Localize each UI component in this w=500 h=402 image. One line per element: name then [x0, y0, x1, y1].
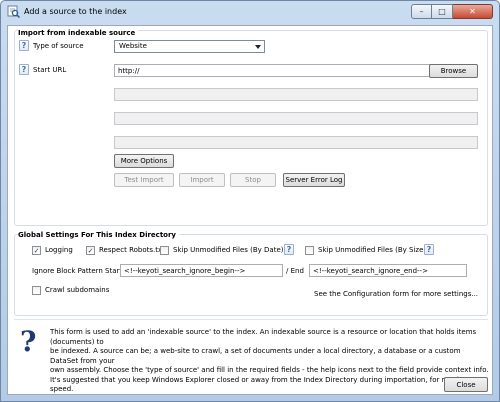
type-of-source-value: Website	[119, 42, 147, 50]
ignore-end-input[interactable]: <!--keyoti_search_ignore_end-->	[309, 264, 467, 277]
maximize-icon: □	[438, 7, 446, 16]
respect-robots-checkbox[interactable]: ✓	[86, 246, 95, 255]
close-window-button[interactable]: ✕	[453, 4, 493, 19]
help-icon[interactable]: ?	[424, 244, 434, 255]
import-group-title: Import from indexable source	[18, 29, 139, 37]
logging-checkbox[interactable]: ✓	[32, 246, 41, 255]
index-search-icon	[7, 5, 20, 18]
stop-button[interactable]: Stop	[230, 173, 276, 187]
crawl-subdomains-checkbox[interactable]	[32, 286, 41, 295]
test-import-button[interactable]: Test Import	[114, 173, 174, 187]
help-icon[interactable]: ?	[19, 40, 29, 51]
maximize-button[interactable]: □	[432, 4, 453, 19]
skip-by-size-checkbox[interactable]	[305, 246, 314, 255]
extra-field-1	[114, 88, 478, 101]
respect-robots-label: Respect Robots.txt	[99, 246, 165, 254]
add-source-window: Add a source to the index – □ ✕ Import f…	[0, 0, 500, 402]
divider	[14, 319, 488, 320]
crawl-subdomains-label: Crawl subdomains	[45, 286, 110, 294]
type-of-source-select[interactable]: Website	[114, 40, 265, 53]
import-button[interactable]: Import	[179, 173, 225, 187]
skip-by-date-label: Skip Unmodified Files (By Date)	[173, 246, 284, 254]
end-label: / End	[286, 267, 304, 275]
minimize-button[interactable]: –	[411, 4, 432, 19]
start-url-input[interactable]: http://	[114, 64, 432, 77]
extra-field-2	[114, 112, 478, 125]
more-options-button[interactable]: More Options	[114, 154, 174, 168]
type-of-source-label: Type of source	[33, 42, 84, 50]
extra-field-3	[114, 136, 478, 149]
help-icon[interactable]: ?	[284, 244, 294, 255]
browse-button[interactable]: Browse	[429, 64, 478, 78]
server-error-log-button[interactable]: Server Error Log	[283, 173, 345, 187]
logging-label: Logging	[45, 246, 73, 254]
skip-by-date-checkbox[interactable]	[160, 246, 169, 255]
help-icon[interactable]: ?	[19, 64, 29, 75]
close-button[interactable]: Close	[444, 377, 488, 392]
dialog-body: Import from indexable source ? Type of s…	[7, 25, 493, 395]
window-title: Add a source to the index	[24, 7, 127, 16]
ignore-start-input[interactable]: <!--keyoti_search_ignore_begin-->	[120, 264, 283, 277]
close-icon: ✕	[469, 7, 476, 16]
info-text: This form is used to add an 'indexable s…	[50, 328, 489, 393]
start-url-label: Start URL	[33, 66, 67, 74]
global-settings-title: Global Settings For This Index Directory	[18, 231, 179, 239]
ignore-start-label: Ignore Block Pattern Start	[32, 267, 123, 275]
import-group	[14, 30, 488, 226]
title-bar[interactable]: Add a source to the index – □ ✕	[1, 1, 499, 23]
chevron-down-icon	[255, 45, 261, 49]
skip-by-size-label: Skip Unmodified Files (By Size)	[318, 246, 427, 254]
configuration-link[interactable]: See the Configuration form for more sett…	[314, 290, 478, 298]
question-mark-icon: ?	[20, 325, 37, 358]
minimize-icon: –	[419, 7, 424, 16]
